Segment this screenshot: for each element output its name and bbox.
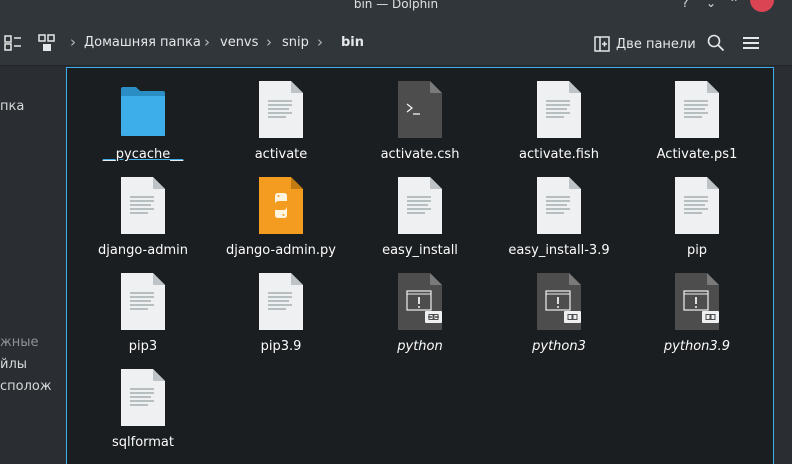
- text-file-icon: [537, 177, 581, 234]
- file-name: python3.9: [663, 339, 731, 354]
- script-file-icon: [398, 81, 442, 138]
- title-bar: bin — Dolphin ? ⌄ ⌃: [0, 0, 792, 14]
- places-item[interactable]: сполож: [0, 379, 52, 394]
- split-view-label: Две панели: [616, 36, 696, 52]
- file-name: easy_install-3.9: [508, 243, 610, 258]
- file-name: python3: [532, 339, 586, 354]
- text-file-icon: [259, 81, 303, 138]
- file-name: easy_install: [382, 243, 458, 258]
- file-name: django-admin.py: [225, 243, 337, 258]
- places-section-header: жные: [0, 335, 39, 350]
- places-item[interactable]: йлы: [0, 357, 27, 372]
- file-name: python: [397, 339, 443, 354]
- file-name: pip: [686, 243, 708, 258]
- maximize-button[interactable]: ⌃: [729, 0, 739, 10]
- text-file-icon: [675, 177, 719, 234]
- text-file-icon: [259, 273, 303, 330]
- search-icon[interactable]: [707, 34, 725, 52]
- minimize-button[interactable]: ⌄: [706, 0, 716, 10]
- split-view-icon: [594, 36, 610, 52]
- file-name: activate.fish: [519, 147, 599, 162]
- file-name: Activate.ps1: [656, 147, 738, 162]
- breadcrumb-bin[interactable]: bin: [341, 35, 364, 50]
- executable-link-icon: [398, 273, 442, 330]
- icons-view-icon[interactable]: [4, 34, 22, 52]
- file-name: pip3.9: [260, 339, 302, 354]
- text-file-icon: [121, 369, 165, 426]
- executable-link-icon: [537, 273, 581, 330]
- executable-link-icon: [675, 273, 719, 330]
- breadcrumb-separator-icon: ›: [266, 33, 272, 51]
- text-file-icon: [675, 81, 719, 138]
- breadcrumb-venvs[interactable]: venvs: [220, 35, 258, 50]
- text-file-icon: [398, 177, 442, 234]
- file-view[interactable]: __pycache__ activate activate.csh activa…: [66, 67, 774, 464]
- breadcrumb-snip[interactable]: snip: [282, 35, 309, 50]
- python-file-icon: [259, 177, 303, 234]
- file-name: activate.csh: [380, 147, 460, 162]
- file-name: sqlformat: [111, 435, 174, 450]
- text-file-icon: [121, 177, 165, 234]
- text-file-icon: [121, 273, 165, 330]
- window-title: bin — Dolphin: [353, 0, 439, 11]
- file-name: django-admin: [98, 243, 188, 258]
- breadcrumb-separator-icon: ›: [70, 33, 76, 51]
- breadcrumb-separator-icon: ›: [317, 33, 323, 51]
- help-button[interactable]: ?: [682, 0, 688, 10]
- breadcrumb-separator-icon: ›: [204, 33, 210, 51]
- breadcrumb-home[interactable]: Домашняя папка: [84, 35, 201, 50]
- text-file-icon: [537, 81, 581, 138]
- toolbar: › Домашняя папка › venvs › snip › bin Дв…: [0, 14, 792, 66]
- file-name: activate: [254, 147, 308, 162]
- hamburger-menu-icon[interactable]: [742, 34, 760, 52]
- split-view-button[interactable]: Две панели: [594, 35, 696, 53]
- details-view-icon[interactable]: [38, 34, 56, 52]
- file-name: __pycache__: [102, 147, 184, 162]
- file-name: pip3: [128, 339, 158, 354]
- places-panel: пка жные йлы сполож: [0, 66, 62, 464]
- places-item[interactable]: пка: [0, 99, 24, 114]
- folder-icon: [121, 87, 165, 136]
